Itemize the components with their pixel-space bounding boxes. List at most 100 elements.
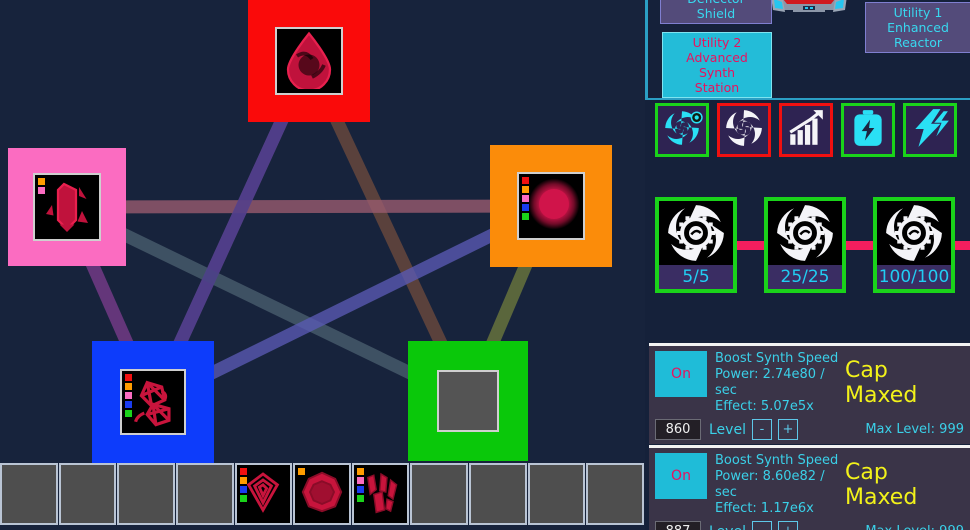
- item-indicator-dot: [356, 468, 364, 475]
- upgrade-effect: Effect: 1.17e6x: [715, 501, 814, 516]
- node-indicator-dot: [125, 410, 132, 417]
- blue-resource-node[interactable]: [92, 341, 214, 463]
- level-decrement-button[interactable]: -: [751, 419, 772, 440]
- node-indicator-dot: [125, 392, 132, 399]
- node-indicator-dots: [125, 374, 132, 417]
- level-increment-button[interactable]: +: [777, 521, 798, 530]
- inventory-slot-6[interactable]: [293, 463, 351, 525]
- red-resource-node[interactable]: [248, 0, 370, 122]
- node-indicator-dot: [125, 383, 132, 390]
- glow-orb-icon: [521, 174, 581, 238]
- crystal-shard-icon: [357, 468, 405, 520]
- inventory-hotbar[interactable]: [0, 463, 645, 530]
- inventory-slot-7[interactable]: [351, 463, 410, 525]
- item-indicator-dot: [239, 486, 247, 493]
- node-indicator-dots: [522, 177, 529, 220]
- node-icon-frame: [120, 369, 186, 435]
- max-level-label: Max Level: 999: [865, 422, 964, 437]
- item-indicator-dot: [298, 468, 306, 475]
- game-screen: Deflector Shield Utility 2 Advanced Synt…: [0, 0, 970, 530]
- level-label: Level: [709, 524, 746, 530]
- node-indicator-dot: [125, 374, 132, 381]
- growth-chart-icon: [785, 107, 827, 153]
- heart-gem-icon: [239, 468, 287, 520]
- ability-icon-strip[interactable]: [655, 103, 957, 157]
- inventory-slot-4[interactable]: [175, 463, 234, 525]
- inventory-slot-11[interactable]: [586, 463, 645, 525]
- level-input[interactable]: 887: [655, 521, 701, 530]
- node-indicator-dot: [522, 213, 529, 220]
- boost-synth-speed-row-1[interactable]: On Boost Synth Speed Power: 2.74e80 / se…: [649, 343, 970, 444]
- boost-synth-speed-row-2[interactable]: On Boost Synth Speed Power: 8.60e82 / se…: [649, 445, 970, 530]
- level-increment-button[interactable]: +: [777, 419, 798, 440]
- battery-icon-button[interactable]: [841, 103, 895, 157]
- upgrade-status-badge: Cap Maxed: [844, 460, 918, 510]
- node-indicator-dot: [522, 186, 529, 193]
- upgrade-title: Boost Synth Speed: [715, 351, 839, 366]
- spaceship-sprite: [771, 0, 847, 12]
- node-icon-frame: [517, 172, 585, 240]
- droplet-icon: [279, 29, 339, 93]
- upgrade-toggle-button[interactable]: On: [655, 453, 707, 499]
- level-decrement-button[interactable]: -: [751, 521, 772, 530]
- node-indicator-dot: [522, 204, 529, 211]
- synth-node-level: 5/5: [659, 265, 733, 289]
- node-icon-frame: [437, 370, 499, 432]
- upgrade-power: Power: 2.74e80 / sec: [715, 367, 825, 398]
- node-indicator-dot: [522, 195, 529, 202]
- synth-node-level: 25/25: [768, 265, 842, 289]
- ship-loadout-zone[interactable]: Deflector Shield Utility 2 Advanced Synt…: [645, 0, 970, 100]
- pink-resource-node[interactable]: [8, 148, 126, 266]
- synth-node-3[interactable]: 100/100: [873, 197, 955, 293]
- level-label: Level: [709, 421, 746, 438]
- node-icon-frame: [33, 173, 101, 241]
- lightning-bolt-icon-button[interactable]: [903, 103, 957, 157]
- synth-gear-vortex-icon: [768, 201, 842, 265]
- utility-2-slot[interactable]: Utility 2 Advanced Synth Station: [662, 32, 772, 98]
- upgrade-status-badge: Cap Maxed: [844, 358, 918, 408]
- growth-chart-icon-button[interactable]: [779, 103, 833, 157]
- inventory-slot-9[interactable]: [469, 463, 527, 525]
- utility-2-line-1: Utility 2: [692, 35, 742, 50]
- empty-slot-icon: [441, 372, 495, 430]
- right-side-panel: Deflector Shield Utility 2 Advanced Synt…: [645, 0, 970, 530]
- utility-1-line-2: Enhanced: [887, 20, 949, 35]
- deflector-shield-slot[interactable]: Deflector Shield: [660, 0, 772, 24]
- upgrade-toggle-button[interactable]: On: [655, 351, 707, 397]
- deflector-shield-label: Deflector Shield: [687, 0, 744, 21]
- faceted-gem-icon: [298, 468, 346, 520]
- synth-node-level: 100/100: [877, 265, 951, 289]
- max-level-label: Max Level: 999: [865, 524, 964, 530]
- synth-node-1[interactable]: 5/5: [655, 197, 737, 293]
- resource-node-graph[interactable]: [0, 0, 645, 463]
- synth-vortex-gear-icon-button[interactable]: [655, 103, 709, 157]
- inventory-slot-1[interactable]: [0, 463, 58, 525]
- black-hole-icon-button[interactable]: [717, 103, 771, 157]
- upgrade-effect: Effect: 5.07e5x: [715, 399, 814, 414]
- inventory-slot-3[interactable]: [117, 463, 175, 525]
- inventory-slot-8[interactable]: [410, 463, 469, 525]
- item-indicator-dot: [356, 495, 364, 502]
- utility-1-line-3: Reactor: [893, 35, 943, 50]
- item-indicator-dot: [239, 477, 247, 484]
- inventory-slot-5[interactable]: [234, 463, 293, 525]
- orange-resource-node[interactable]: [490, 145, 612, 267]
- crystal-icon: [37, 175, 97, 239]
- synth-gear-vortex-icon: [659, 201, 733, 265]
- node-indicator-dot: [522, 177, 529, 184]
- inventory-slot-2[interactable]: [58, 463, 117, 525]
- utility-2-line-2: Advanced Synth: [686, 50, 748, 80]
- inventory-slot-10[interactable]: [527, 463, 586, 525]
- synth-node-2[interactable]: 25/25: [764, 197, 846, 293]
- battery-icon: [847, 107, 889, 153]
- upgrade-title: Boost Synth Speed: [715, 453, 839, 468]
- utility-1-line-1: Utility 1: [893, 5, 943, 20]
- green-resource-node[interactable]: [408, 341, 528, 461]
- node-indicator-dot: [125, 401, 132, 408]
- level-input[interactable]: 860: [655, 419, 701, 440]
- item-indicator-dot: [239, 468, 247, 475]
- black-hole-icon: [723, 107, 765, 153]
- utility-1-slot[interactable]: Utility 1 Enhanced Reactor: [865, 2, 970, 53]
- node-indicator-dot: [38, 187, 45, 194]
- lightning-bolt-icon: [909, 107, 951, 153]
